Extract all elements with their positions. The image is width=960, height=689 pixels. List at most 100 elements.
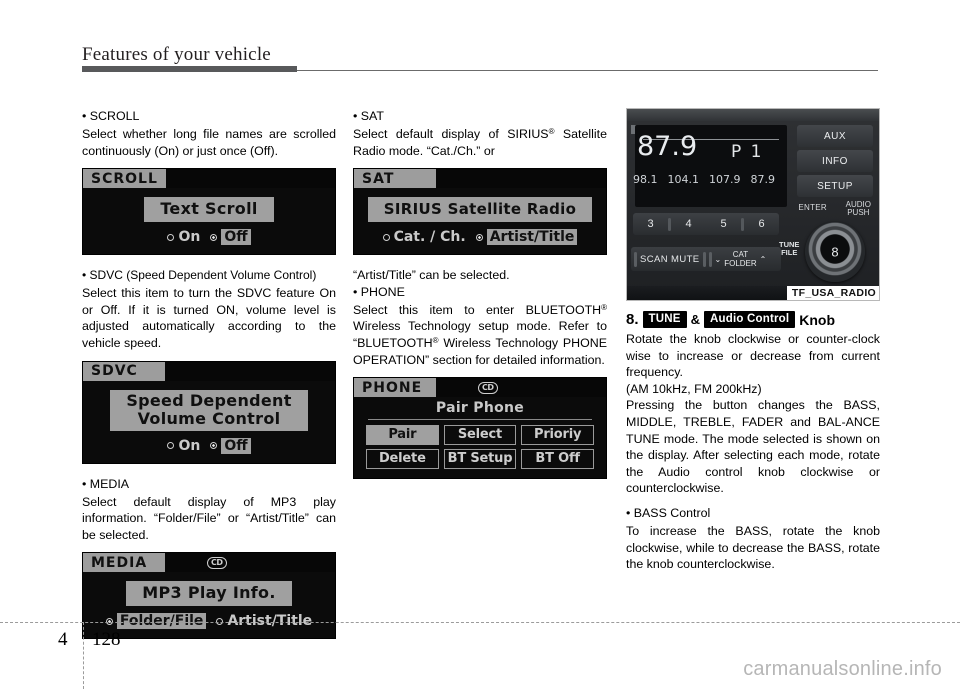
radio-dot-selected-icon: [210, 233, 218, 241]
scroll-panel-header: SCROLL: [83, 169, 335, 189]
scroll-option-off-label: Off: [221, 229, 251, 246]
radio-preset-2: 104.1: [667, 173, 700, 186]
mp3-play-info-button[interactable]: MP3 Play Info.: [126, 581, 292, 607]
preset-button-4[interactable]: 4: [671, 218, 706, 230]
scroll-panel-header-rest: [165, 169, 335, 189]
media-body-text: Select default display of MP3 play infor…: [82, 494, 336, 542]
phone-button-priority[interactable]: Prioriy: [521, 425, 594, 446]
phone-panel-header: PHONE CD: [354, 378, 606, 398]
phone-button-grid: Pair Select Prioriy Delete BT Setup BT O…: [354, 425, 606, 478]
phone-settings-panel: PHONE CD Pair Phone Pair Select Prioriy …: [353, 377, 607, 480]
header-rule-accent: [82, 66, 297, 72]
radio-preset-list: 98.1 104.1 107.9 87.9: [633, 173, 775, 186]
sat-option-artist-title[interactable]: Artist/Title: [475, 229, 578, 246]
sat-body-text: Select default display of SIRIUS® Satell…: [353, 126, 607, 159]
sdvc-option-off-label: Off: [221, 437, 251, 454]
scroll-option-on[interactable]: On: [167, 229, 200, 245]
sat-bullet-heading: • SAT: [353, 109, 384, 123]
sirius-satellite-radio-button[interactable]: SIRIUS Satellite Radio: [367, 197, 593, 223]
button-divider: [708, 251, 712, 267]
cd-icon: CD: [207, 557, 227, 570]
scroll-option-on-label: On: [178, 229, 201, 246]
phone-panel-header-rest: CD: [436, 378, 606, 398]
media-settings-panel: MEDIA CD MP3 Play Info. Folder/File Arti…: [82, 552, 336, 640]
preset-button-6[interactable]: 6: [744, 218, 779, 230]
phone-button-delete[interactable]: Delete: [366, 449, 439, 470]
sat-body-a: Select default display of SIRIUS: [353, 127, 549, 141]
tune-chip-label: TUNE: [642, 311, 687, 328]
text-scroll-button[interactable]: Text Scroll: [144, 197, 274, 223]
sat-panel-header-rest: [436, 169, 606, 189]
media-panel-body: MP3 Play Info. Folder/File Artist/Title: [83, 572, 335, 638]
frequency-step-text: (AM 10kHz, FM 200kHz): [626, 381, 762, 396]
item-8-heading: 8. TUNE & Audio Control Knob: [626, 311, 880, 328]
registered-icon: ®: [601, 302, 607, 312]
radio-top-bezel: [627, 109, 879, 121]
media-panel-header: MEDIA CD: [83, 553, 335, 573]
preset-button-5[interactable]: 5: [706, 218, 741, 230]
scroll-option-row: On Off: [83, 229, 335, 246]
knob-word: Knob: [799, 311, 836, 328]
info-button[interactable]: INFO: [797, 150, 873, 172]
phone-button-pair[interactable]: Pair: [366, 425, 439, 446]
sat-option-cat-ch[interactable]: Cat. / Ch.: [382, 229, 466, 246]
phone-button-select[interactable]: Select: [443, 425, 517, 446]
sdvc-body-text: Select this item to turn the SDVC featur…: [82, 286, 336, 350]
pair-phone-title: Pair Phone: [435, 400, 525, 417]
sdvc-button-line1: Speed Dependent: [126, 390, 292, 410]
aux-button[interactable]: AUX: [797, 125, 873, 147]
footer-divider: [0, 622, 960, 623]
scroll-option-off[interactable]: Off: [210, 229, 251, 246]
radio-dot-icon: [167, 233, 175, 241]
radio-preset-4: 87.9: [750, 173, 776, 186]
sat-option-row: Cat. / Ch. Artist/Title: [354, 229, 606, 246]
sdvc-button[interactable]: Speed Dependent Volume Control: [110, 389, 308, 431]
sat-panel-body: SIRIUS Satellite Radio Cat. / Ch. Artist…: [354, 188, 606, 254]
phone-button-bt-off[interactable]: BT Off: [521, 449, 594, 470]
preset-button-3[interactable]: 3: [633, 218, 668, 230]
phone-panel-tab: PHONE: [354, 378, 436, 398]
registered-icon: ®: [432, 335, 439, 345]
radio-right-button-column: AUX INFO SETUP: [797, 125, 873, 200]
sdvc-option-row: On Off: [83, 437, 335, 454]
column-two: • SAT Select default display of SIRIUS® …: [353, 108, 607, 480]
cat-folder-button[interactable]: ⌄ CAT FOLDER ⌃: [715, 250, 767, 268]
radio-preset-1: 98.1: [633, 173, 658, 186]
media-panel-tab: MEDIA: [83, 553, 165, 573]
sat-continuation-text: “Artist/Title” can be selected.: [353, 268, 510, 283]
sdvc-panel-tab: SDVC: [83, 361, 165, 381]
scan-button[interactable]: SCAN: [640, 254, 668, 265]
sat-option-cat-ch-label: Cat. / Ch.: [393, 229, 466, 246]
item-number: 8.: [626, 311, 639, 328]
page-number: 128: [92, 629, 121, 650]
file-label: FILE: [781, 248, 798, 257]
sdvc-option-on[interactable]: On: [167, 438, 200, 454]
chevron-down-icon: ⌄: [714, 254, 722, 264]
phone-button-bt-setup[interactable]: BT Setup: [443, 449, 517, 470]
phone-panel-body: Pair Phone Pair Select Prioriy Delete BT…: [354, 397, 606, 478]
sdvc-option-off[interactable]: Off: [210, 437, 251, 454]
sat-option-artist-title-label: Artist/Title: [486, 229, 578, 246]
media-panel-header-rest: CD: [165, 553, 335, 573]
sat-panel-header: SAT: [354, 169, 606, 189]
radio-function-button-row: SCAN MUTE ⌄ CAT FOLDER ⌃: [631, 247, 781, 271]
folder-label: FOLDER: [724, 259, 757, 268]
audio-push-label: AUDIO PUSH: [846, 201, 871, 217]
footer-vertical-divider: [83, 622, 84, 689]
scroll-panel-body: Text Scroll On Off: [83, 188, 335, 254]
column-three: 87.9 P 1 98.1 104.1 107.9 87.9 3 4 5 6 S…: [626, 108, 880, 573]
scroll-settings-panel: SCROLL Text Scroll On Off: [82, 168, 336, 256]
button-divider: [634, 251, 637, 267]
sdvc-settings-panel: SDVC Speed Dependent Volume Control On O…: [82, 360, 336, 464]
setup-button[interactable]: SETUP: [797, 175, 873, 197]
radio-frequency-readout: 87.9: [637, 131, 698, 162]
sdvc-panel-header-rest: [165, 361, 335, 381]
sdvc-bullet-heading: • SDVC (Speed Dependent Volume Control): [82, 268, 317, 283]
sdvc-panel-header: SDVC: [83, 361, 335, 381]
enter-label: ENTER: [798, 203, 827, 212]
sat-panel-tab: SAT: [354, 169, 436, 189]
mute-button[interactable]: MUTE: [671, 254, 700, 265]
scroll-body-text: Select whether long file names are scrol…: [82, 127, 336, 158]
knob-press-text: Pressing the button changes the BASS, MI…: [626, 398, 880, 496]
tune-audio-control-knob[interactable]: 8: [805, 222, 865, 282]
